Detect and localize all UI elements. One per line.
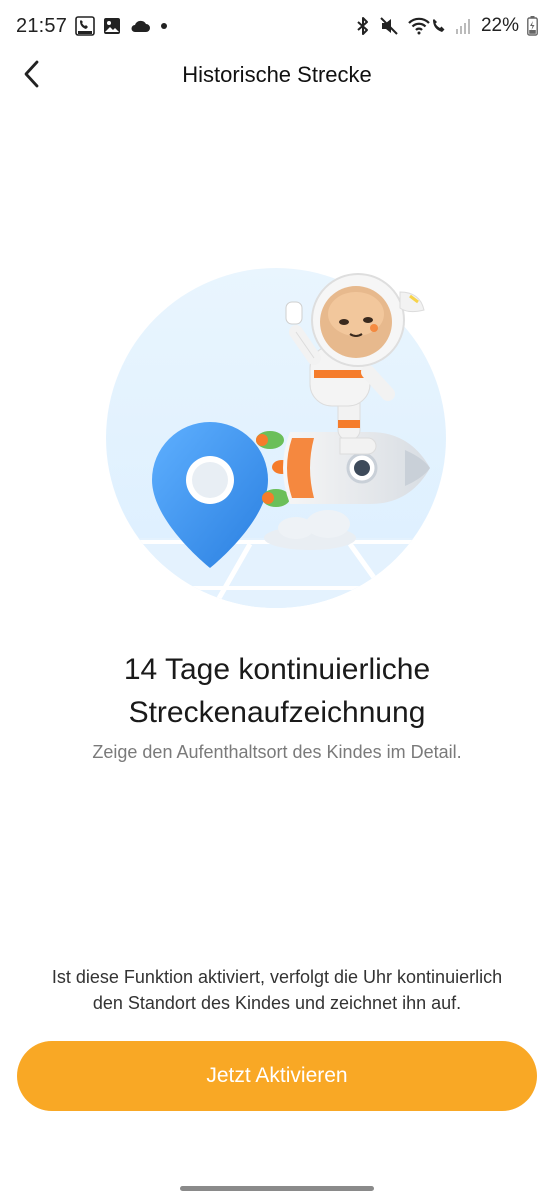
wifi-call-icon [407, 16, 447, 36]
info-line-1: Ist diese Funktion aktiviert, verfolgt d… [51, 967, 503, 987]
status-left: 21:57 [16, 0, 169, 52]
feature-subtitle: Zeige den Aufenthaltsort des Kindes im D… [92, 742, 462, 762]
home-indicator[interactable] [180, 1186, 374, 1191]
imoo-call-icon [75, 16, 95, 36]
cloud-icon [129, 18, 151, 34]
gallery-icon [103, 17, 121, 35]
battery-icon [527, 16, 538, 36]
headline-line-1: 14 Tage kontinuierliche [123, 653, 431, 686]
astronaut-rocket-location-icon [100, 262, 452, 614]
signal-icon [455, 17, 473, 35]
app-bar: Historische Strecke [0, 52, 554, 100]
feature-headline: 14 Tage kontinuierliche Streckenaufzeich… [0, 648, 554, 734]
status-right: 22% [355, 0, 538, 52]
activation-info: Ist diese Funktion aktiviert, verfolgt d… [0, 964, 554, 1016]
dot-icon [159, 21, 169, 31]
info-line-2: den Standort des Kindes und zeichnet ihn… [92, 993, 462, 1013]
status-time: 21:57 [16, 14, 68, 37]
mute-icon [379, 16, 399, 36]
battery-percentage: 22% [480, 15, 519, 36]
headline-line-2: Streckenaufzeichnung [128, 696, 426, 729]
bluetooth-icon [355, 16, 371, 36]
activate-now-button[interactable]: Jetzt Aktivieren [17, 1041, 537, 1111]
page-title: Historische Strecke [182, 62, 372, 87]
status-bar: 21:57 22% [0, 0, 554, 52]
